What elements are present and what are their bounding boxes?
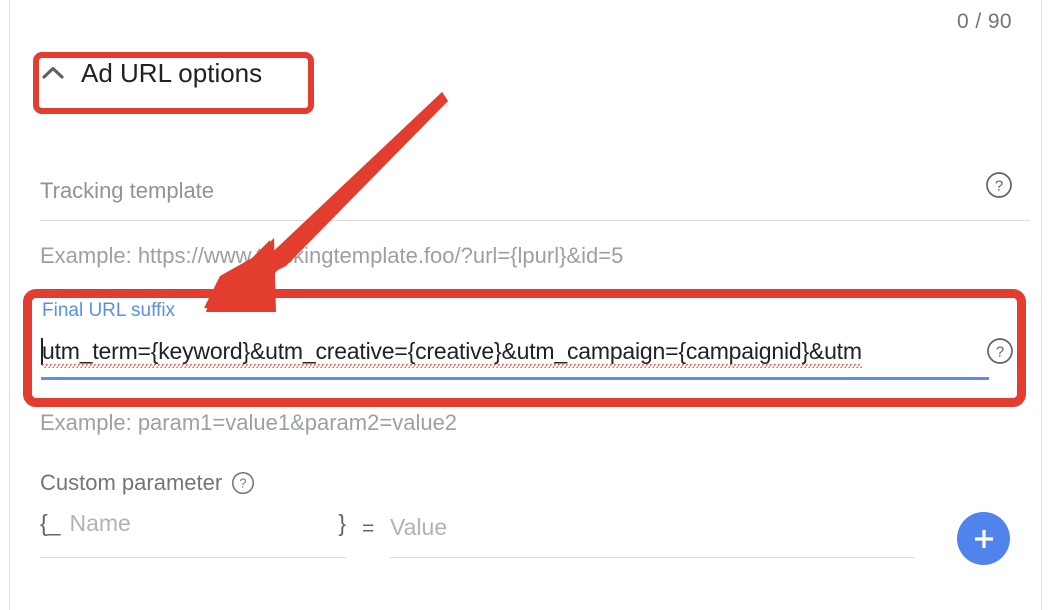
tracking-template-underline xyxy=(40,220,1030,221)
custom-parameter-label: Custom parameter xyxy=(40,470,223,495)
final-url-suffix-focus-underline xyxy=(41,377,989,380)
svg-text:?: ? xyxy=(996,344,1004,361)
chevron-up-icon[interactable] xyxy=(40,60,66,86)
final-url-suffix-label: Final URL suffix xyxy=(42,300,176,321)
add-custom-parameter-button[interactable] xyxy=(957,512,1010,565)
character-counter: 0 / 90 xyxy=(957,10,1012,33)
final-url-suffix-input[interactable]: utm_term={keyword}&utm_creative={creativ… xyxy=(41,338,991,370)
param-value-placeholder: Value xyxy=(390,514,448,540)
plus-icon xyxy=(969,524,999,554)
param-name-prefix: {_ xyxy=(40,510,61,536)
param-name-underline xyxy=(40,557,346,558)
ad-url-options-panel: 0 / 90 Ad URL options Tracking template … xyxy=(0,0,1054,610)
section-title: Ad URL options xyxy=(81,58,263,88)
help-circle-icon[interactable]: ? xyxy=(986,337,1014,365)
custom-parameter-name-input[interactable]: {_ Name } xyxy=(40,510,346,558)
equals-sign: = xyxy=(362,517,375,540)
custom-parameter-value-input[interactable]: Value xyxy=(390,510,915,558)
custom-parameter-heading: Custom parameter ? xyxy=(40,470,255,496)
help-circle-icon[interactable]: ? xyxy=(231,471,255,495)
panel-right-border xyxy=(1041,0,1042,610)
svg-text:?: ? xyxy=(995,178,1003,195)
final-url-suffix-value: utm_term={keyword}&utm_creative={creativ… xyxy=(42,338,862,368)
help-circle-icon[interactable]: ? xyxy=(985,171,1013,199)
tracking-template-placeholder[interactable]: Tracking template xyxy=(40,178,214,204)
ad-url-options-toggle[interactable]: Ad URL options xyxy=(40,60,262,86)
param-name-suffix: } xyxy=(338,510,346,536)
svg-text:?: ? xyxy=(240,476,247,491)
param-value-underline xyxy=(390,557,915,558)
param-name-placeholder: Name xyxy=(69,510,131,536)
panel-left-border xyxy=(9,0,10,610)
tracking-template-example: Example: https://www.trackingtemplate.fo… xyxy=(40,243,624,268)
annotation-arrow xyxy=(204,92,448,312)
final-url-suffix-example: Example: param1=value1&param2=value2 xyxy=(40,410,458,435)
